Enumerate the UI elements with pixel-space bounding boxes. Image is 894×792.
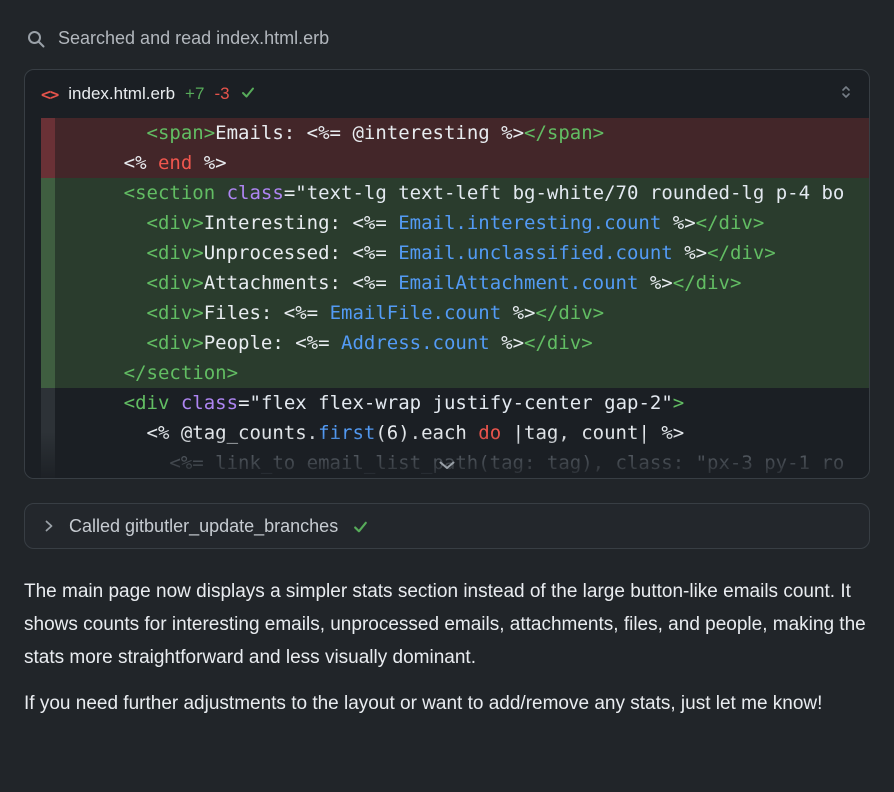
diff-line-code: <%= link_to email_list_path(tag: tag), c… — [55, 448, 869, 478]
diff-line-code: <div>Attachments: <%= EmailAttachment.co… — [55, 268, 869, 298]
expand-diff-button[interactable] — [433, 455, 461, 477]
tool-call-label: Called gitbutler_update_branches — [69, 516, 338, 537]
chevron-right-icon — [43, 519, 55, 533]
tool-status-searched[interactable]: Searched and read index.html.erb — [26, 28, 870, 49]
diff-line-lead — [25, 448, 41, 478]
check-icon — [240, 84, 256, 105]
diff-line-gutter — [41, 328, 55, 358]
diff-additions: +7 — [185, 84, 204, 104]
diff-line-lead — [25, 328, 41, 358]
diff-line-added: <div>Files: <%= EmailFile.count %></div> — [25, 298, 869, 328]
diff-filename: index.html.erb — [68, 84, 175, 104]
diff-line-added: <div>Interesting: <%= Email.interesting.… — [25, 208, 869, 238]
diff-line-gutter — [41, 118, 55, 148]
diff-line-lead — [25, 118, 41, 148]
diff-line-lead — [25, 238, 41, 268]
diff-line-context: <% @tag_counts.first(6).each do |tag, co… — [25, 418, 869, 448]
diff-line-added: <div>Attachments: <%= EmailAttachment.co… — [25, 268, 869, 298]
diff-line-gutter — [41, 238, 55, 268]
chat-transcript: Searched and read index.html.erb <> inde… — [0, 0, 894, 792]
diff-line-code: <div>Unprocessed: <%= Email.unclassified… — [55, 238, 869, 268]
search-icon — [26, 29, 46, 49]
diff-code: <span>Emails: <%= @interesting %></span>… — [25, 118, 869, 478]
diff-line-code: <div>People: <%= Address.count %></div> — [55, 328, 869, 358]
diff-line-lead — [25, 388, 41, 418]
diff-line-added: <div>People: <%= Address.count %></div> — [25, 328, 869, 358]
diff-line-added: <section class="text-lg text-left bg-whi… — [25, 178, 869, 208]
diff-line-gutter — [41, 178, 55, 208]
diff-line-code: <div>Interesting: <%= Email.interesting.… — [55, 208, 869, 238]
check-icon — [352, 518, 369, 535]
diff-line-code: <% end %> — [55, 148, 869, 178]
diff-line-code: <span>Emails: <%= @interesting %></span> — [55, 118, 869, 148]
diff-line-added: </section> — [25, 358, 869, 388]
diff-line-gutter — [41, 388, 55, 418]
diff-line-gutter — [41, 148, 55, 178]
diff-line-gutter — [41, 448, 55, 478]
diff-line-context: <div class="flex flex-wrap justify-cente… — [25, 388, 869, 418]
message-paragraph: The main page now displays a simpler sta… — [24, 575, 870, 674]
message-paragraph: If you need further adjustments to the l… — [24, 687, 870, 720]
diff-line-removed: <span>Emails: <%= @interesting %></span> — [25, 118, 869, 148]
assistant-message: The main page now displays a simpler sta… — [24, 575, 870, 720]
diff-line-gutter — [41, 208, 55, 238]
diff-line-added: <div>Unprocessed: <%= Email.unclassified… — [25, 238, 869, 268]
diff-line-lead — [25, 418, 41, 448]
diff-line-code: <div class="flex flex-wrap justify-cente… — [55, 388, 869, 418]
diff-line-lead — [25, 268, 41, 298]
chevron-down-icon — [439, 461, 455, 470]
code-diff-panel: <> index.html.erb +7 -3 <span>Emails: <%… — [24, 69, 870, 479]
diff-line-code: <div>Files: <%= EmailFile.count %></div> — [55, 298, 869, 328]
tool-call-row[interactable]: Called gitbutler_update_branches — [24, 503, 870, 549]
diff-line-gutter — [41, 358, 55, 388]
diff-header[interactable]: <> index.html.erb +7 -3 — [25, 70, 869, 118]
diff-line-gutter — [41, 268, 55, 298]
unfold-icon[interactable] — [839, 83, 853, 106]
diff-line-lead — [25, 148, 41, 178]
diff-line-code: <section class="text-lg text-left bg-whi… — [55, 178, 869, 208]
diff-line-removed: <% end %> — [25, 148, 869, 178]
diff-line-code: </section> — [55, 358, 869, 388]
code-icon: <> — [41, 85, 58, 104]
diff-line-lead — [25, 178, 41, 208]
diff-deletions: -3 — [214, 84, 229, 104]
diff-line-lead — [25, 358, 41, 388]
diff-line-lead — [25, 208, 41, 238]
diff-line-gutter — [41, 298, 55, 328]
diff-line-lead — [25, 298, 41, 328]
diff-line-code: <% @tag_counts.first(6).each do |tag, co… — [55, 418, 869, 448]
tool-status-text: Searched and read index.html.erb — [58, 28, 329, 49]
diff-line-gutter — [41, 418, 55, 448]
